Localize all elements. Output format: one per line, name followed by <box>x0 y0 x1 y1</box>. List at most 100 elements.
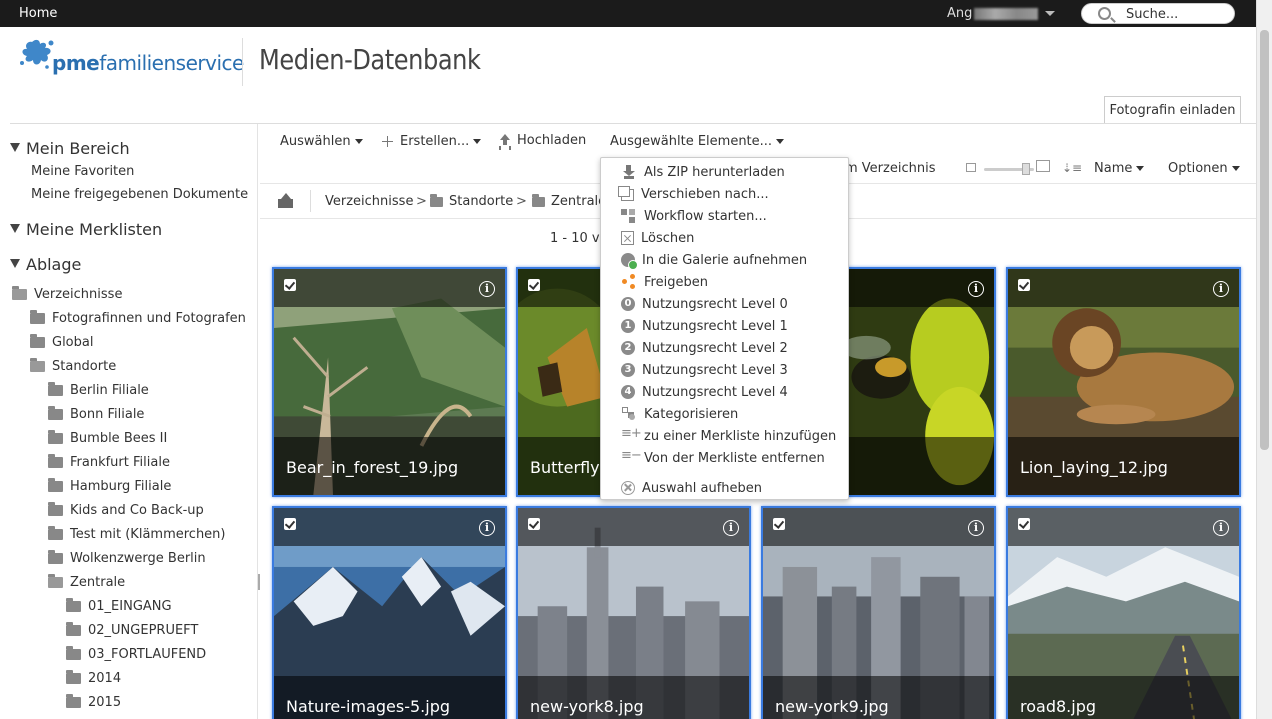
tree-item-label: 02_UNGEPRUEFT <box>88 622 199 638</box>
tree-item-wolkenzwerge-berlin[interactable]: Wolkenzwerge Berlin <box>48 549 206 567</box>
info-icon[interactable]: i <box>968 281 984 297</box>
tree-item-test-mit-klaemmerchen[interactable]: Test mit (Klämmerchen) <box>48 525 226 543</box>
sidebar-resize-handle[interactable] <box>258 574 260 590</box>
menu-item-level-0[interactable]: 0 Nutzungsrecht Level 0 <box>621 294 788 314</box>
info-icon[interactable]: i <box>479 520 495 536</box>
company-logo[interactable]: pmefamilienservice <box>18 38 244 78</box>
tree-item-label: Bumble Bees II <box>70 430 168 446</box>
collapse-triangle-icon <box>10 224 20 233</box>
search-box[interactable] <box>1081 3 1235 24</box>
menu-item-workflow[interactable]: Workflow starten... <box>621 206 767 226</box>
level-4-icon: 4 <box>621 385 635 399</box>
breadcrumb-separator: > <box>416 194 427 209</box>
home-link[interactable]: Home <box>19 6 57 21</box>
menu-item-level-2[interactable]: 2 Nutzungsrecht Level 2 <box>621 338 788 358</box>
breadcrumb-zentrale[interactable]: Zentrale <box>532 193 606 209</box>
tile-checkbox[interactable] <box>1018 518 1030 530</box>
header-divider <box>242 38 243 86</box>
level-2-icon: 2 <box>621 341 635 355</box>
page-scrollbar[interactable] <box>1256 0 1272 719</box>
options-menu[interactable]: Optionen <box>1168 161 1240 176</box>
tree-item-kids-and-co[interactable]: Kids and Co Back-up <box>48 501 204 519</box>
section-mein-bereich[interactable]: Mein Bereich <box>10 139 130 158</box>
search-input[interactable] <box>1126 6 1226 22</box>
tree-item-global[interactable]: Global <box>30 333 93 351</box>
info-icon[interactable]: i <box>968 520 984 536</box>
breadcrumb-standorte[interactable]: Standorte <box>430 193 513 209</box>
tree-item-02-ungeprueft[interactable]: 02_UNGEPRUEFT <box>66 621 198 639</box>
info-icon[interactable]: i <box>1213 281 1229 297</box>
link-meine-freigegebenen-dokumente[interactable]: Meine freigegebenen Dokumente <box>31 187 248 202</box>
tile-checkbox[interactable] <box>528 279 540 291</box>
folder-icon <box>430 193 443 207</box>
chevron-down-icon <box>354 139 363 144</box>
menu-item-categorize[interactable]: Kategorisieren <box>621 404 738 424</box>
tree-item-hamburg-filiale[interactable]: Hamburg Filiale <box>48 477 171 495</box>
workflow-icon <box>621 208 637 224</box>
upload-button[interactable]: Hochladen <box>498 133 586 148</box>
menu-item-level-1[interactable]: 1 Nutzungsrecht Level 1 <box>621 316 788 336</box>
tile-checkbox[interactable] <box>528 518 540 530</box>
tree-item-zentrale[interactable]: Zentrale <box>48 573 125 591</box>
tree-item-bumble-bees[interactable]: Bumble Bees II <box>48 429 167 447</box>
tree-item-standorte[interactable]: Standorte <box>30 357 116 375</box>
create-menu-button[interactable]: Erstellen... <box>382 134 482 149</box>
menu-item-label: Nutzungsrecht Level 0 <box>642 296 788 312</box>
info-icon[interactable]: i <box>1213 520 1229 536</box>
tree-item-03-fortlaufend[interactable]: 03_FORTLAUFEND <box>66 645 206 663</box>
section-ablage[interactable]: Ablage <box>10 255 81 274</box>
info-icon[interactable]: i <box>723 520 739 536</box>
media-tile-new-york8[interactable]: i new-york8.jpg <box>516 506 751 719</box>
tree-item-fotografinnen[interactable]: Fotografinnen und Fotografen <box>30 309 246 327</box>
breadcrumb-verzeichnisse[interactable]: Verzeichnisse <box>325 194 413 209</box>
tree-item-frankfurt-filiale[interactable]: Frankfurt Filiale <box>48 453 170 471</box>
menu-item-zip-download[interactable]: Als ZIP herunterladen <box>621 162 785 182</box>
tree-item-2015[interactable]: 2015 <box>66 693 121 711</box>
directory-search-option[interactable]: m Verzeichnis <box>845 161 935 176</box>
tile-checkbox[interactable] <box>773 518 785 530</box>
sort-order-icon[interactable]: ⇣≡ <box>1062 161 1082 175</box>
folder-icon <box>66 621 81 636</box>
menu-item-remove-from-list[interactable]: Von der Merkliste entfernen <box>621 448 825 468</box>
menu-item-move[interactable]: Verschieben nach... <box>618 184 769 204</box>
select-menu-button[interactable]: Auswählen <box>280 134 363 149</box>
tree-item-01-eingang[interactable]: 01_EINGANG <box>66 597 172 615</box>
media-tile-lion[interactable]: i Lion_laying_12.jpg <box>1006 267 1241 497</box>
user-menu[interactable]: Ang <box>947 6 1039 21</box>
link-meine-favoriten[interactable]: Meine Favoriten <box>31 164 134 179</box>
menu-item-delete[interactable]: Löschen <box>621 228 694 248</box>
menu-item-add-to-gallery[interactable]: In die Galerie aufnehmen <box>621 250 807 270</box>
section-meine-merklisten[interactable]: Meine Merklisten <box>10 220 162 239</box>
tile-checkbox[interactable] <box>284 518 296 530</box>
folder-icon <box>532 193 545 207</box>
tree-item-label: 01_EINGANG <box>88 598 172 614</box>
thumbnail-size-slider[interactable] <box>966 160 1052 178</box>
media-tile-nature[interactable]: i Nature-images-5.jpg <box>272 506 507 719</box>
tree-item-berlin-filiale[interactable]: Berlin Filiale <box>48 381 149 399</box>
tile-checkbox[interactable] <box>1018 279 1030 291</box>
slider-handle[interactable] <box>1022 163 1030 175</box>
folder-up-button[interactable] <box>278 193 294 209</box>
tile-checkbox[interactable] <box>284 279 296 291</box>
menu-item-share[interactable]: Freigeben <box>621 272 708 292</box>
info-icon[interactable]: i <box>479 281 495 297</box>
media-tile-road8[interactable]: i road8.jpg <box>1006 506 1241 719</box>
brand-prefix: pme <box>52 51 100 75</box>
tree-item-verzeichnisse[interactable]: Verzeichnisse <box>12 285 122 303</box>
invite-photographer-button[interactable]: Fotografin einladen <box>1104 96 1241 124</box>
menu-item-level-4[interactable]: 4 Nutzungsrecht Level 4 <box>621 382 788 402</box>
sort-by-menu[interactable]: Name <box>1094 161 1145 176</box>
menu-item-add-to-list[interactable]: zu einer Merkliste hinzufügen <box>621 426 836 446</box>
menu-item-label: Freigeben <box>644 274 708 290</box>
tree-item-bonn-filiale[interactable]: Bonn Filiale <box>48 405 144 423</box>
user-menu-chevron-down-icon[interactable] <box>1045 11 1055 16</box>
media-tile-new-york9[interactable]: i new-york9.jpg <box>761 506 996 719</box>
scrollbar-thumb[interactable] <box>1260 30 1269 450</box>
folder-icon <box>48 525 63 540</box>
selected-items-menu-button[interactable]: Ausgewählte Elemente... <box>610 134 785 149</box>
menu-item-clear-selection[interactable]: Auswahl aufheben <box>621 478 762 498</box>
tree-item-2014[interactable]: 2014 <box>66 669 121 687</box>
media-tile-bear[interactable]: i Bear_in_forest_19.jpg <box>272 267 507 497</box>
tile-filename: road8.jpg <box>1020 697 1096 716</box>
menu-item-level-3[interactable]: 3 Nutzungsrecht Level 3 <box>621 360 788 380</box>
